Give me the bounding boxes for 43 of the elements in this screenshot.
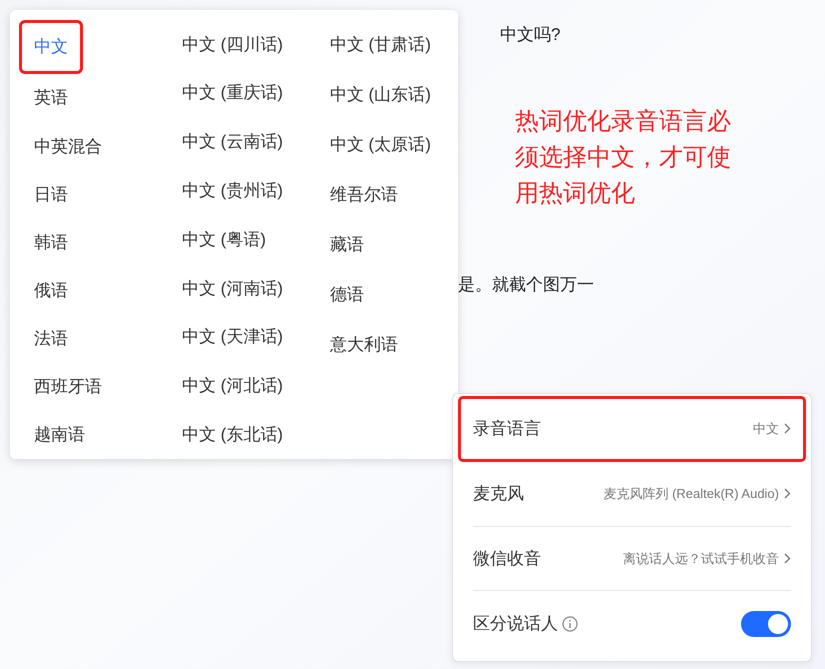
language-option[interactable]: 中文 (甘肃话) <box>318 20 446 70</box>
language-option[interactable]: 意大利语 <box>318 320 446 370</box>
language-option[interactable]: 日语 <box>22 170 170 218</box>
info-icon <box>562 616 578 632</box>
setting-label: 麦克风 <box>473 482 524 505</box>
language-option[interactable]: 中文 (云南话) <box>170 118 318 166</box>
language-option[interactable]: 中文 (四川话) <box>170 20 318 69</box>
language-option[interactable]: 俄语 <box>22 266 170 315</box>
setting-row[interactable]: 麦克风 麦克风阵列 (Realtek(R) Audio) <box>473 462 791 527</box>
setting-row[interactable]: 微信收音 离说话人远？试试手机收音 <box>473 526 791 592</box>
setting-value: 离说话人远？试试手机收音 <box>623 550 779 568</box>
language-option[interactable]: 西班牙语 <box>22 362 170 411</box>
chevron-right-icon <box>784 552 791 564</box>
setting-label: 录音语言 <box>473 418 541 440</box>
chevron-right-icon <box>784 423 791 434</box>
setting-label: 区分说话人 <box>473 612 558 635</box>
language-option[interactable]: 法语 <box>22 314 170 363</box>
language-option[interactable]: 维吾尔语 <box>318 170 446 220</box>
language-option[interactable]: 中文 (粤语) <box>170 215 318 264</box>
chevron-right-icon <box>784 488 791 500</box>
language-option[interactable]: 中文 (东北话) <box>170 410 318 460</box>
language-option[interactable]: 中文 (贵州话) <box>170 166 318 216</box>
annotation-text: 热词优化录音语言必须选择中文，才可使用热词优化 <box>515 107 732 209</box>
language-option[interactable]: 藏语 <box>318 220 446 270</box>
setting-value: 麦克风阵列 (Realtek(R) Audio) <box>603 484 779 503</box>
language-option[interactable]: 中文 (太原话) <box>318 120 446 170</box>
setting-row[interactable]: 录音语言 中文 <box>461 399 803 459</box>
language-option[interactable]: 英语 <box>22 74 170 122</box>
language-option[interactable]: 中文 (河南话) <box>170 264 318 313</box>
language-option[interactable]: 中文 (山东话) <box>318 70 446 120</box>
language-option[interactable]: 中文 <box>22 23 80 72</box>
language-option[interactable]: 中文 (重庆话) <box>170 68 318 118</box>
language-option[interactable]: 韩语 <box>22 218 170 267</box>
document-text: 中文吗? <box>500 24 560 46</box>
language-option[interactable]: 中英混合 <box>22 122 170 170</box>
setting-value: 中文 <box>753 420 779 438</box>
language-option[interactable]: 越南语 <box>22 410 170 459</box>
language-option[interactable]: 中文 (天津话) <box>170 312 318 362</box>
toggle-switch[interactable] <box>741 610 791 637</box>
document-text: 是。就截个图万一 <box>458 274 594 296</box>
language-option[interactable]: 德语 <box>318 270 446 320</box>
language-option[interactable]: 中文 (河北话) <box>170 361 318 410</box>
setting-label: 微信收音 <box>473 548 541 570</box>
